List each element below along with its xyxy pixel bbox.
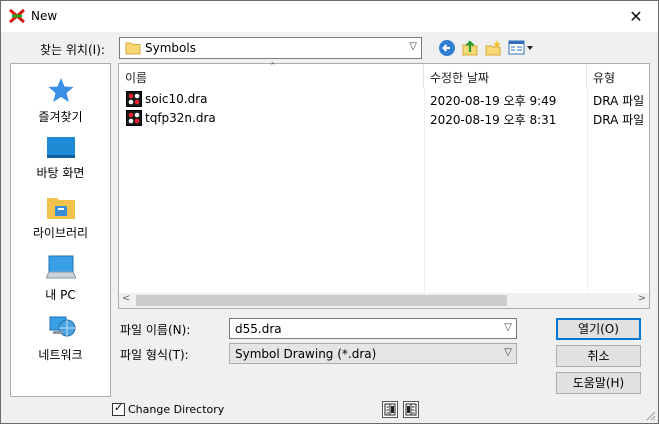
app-icon (9, 8, 25, 24)
network-icon (49, 316, 75, 337)
file-type: DRA 파일 (593, 94, 645, 108)
new-file-dialog: New ✕ 찾는 위치(I): Symbols ▽ 즐겨찾기 바탕 화면 라이브… (0, 0, 659, 424)
back-icon[interactable] (438, 39, 456, 57)
change-directory-label: Change Directory (128, 403, 225, 416)
lookin-value: Symbols (145, 41, 196, 55)
column-header-name[interactable]: 이름 ⌃ (119, 62, 424, 88)
new-folder-icon[interactable] (484, 39, 502, 57)
folder-icon (125, 42, 141, 55)
place-label: 바탕 화면 (36, 166, 85, 180)
place-this-pc[interactable]: 내 PC (11, 254, 110, 303)
scrollbar-thumb[interactable] (136, 295, 507, 306)
view-menu-icon[interactable] (508, 39, 534, 57)
file-list[interactable]: 이름 ⌃ 수정한 날짜 유형 soic10.dra 2020-08-19 오후 … (118, 62, 650, 309)
title-bar[interactable]: New ✕ (1, 1, 658, 32)
place-label: 내 PC (45, 288, 76, 302)
tool-button-1[interactable] (382, 401, 398, 418)
change-directory-checkbox[interactable]: ✓ (112, 401, 125, 416)
file-date: 2020-08-19 오후 8:31 (430, 113, 557, 127)
chevron-down-icon: ▽ (504, 347, 512, 358)
place-libraries[interactable]: 라이브러리 (11, 194, 110, 241)
file-row[interactable]: tqfp32n.dra 2020-08-19 오후 8:31 DRA 파일 (119, 109, 649, 127)
window-title: New (31, 9, 58, 23)
open-button[interactable]: 열기(O) (556, 318, 641, 340)
column-header-type[interactable]: 유형 (587, 64, 649, 88)
filename-input[interactable]: d55.dra ▽ (229, 318, 517, 339)
scroll-right-icon[interactable]: > (638, 293, 646, 304)
file-name: tqfp32n.dra (145, 111, 216, 125)
place-label: 즐겨찾기 (38, 110, 83, 124)
close-button[interactable]: ✕ (614, 1, 658, 32)
libraries-icon (46, 198, 75, 219)
place-desktop[interactable]: 바탕 화면 (11, 136, 110, 181)
panel-icon (384, 403, 396, 416)
desktop-icon (46, 137, 75, 158)
sort-up-icon: ⌃ (269, 62, 277, 72)
scroll-left-icon[interactable]: < (122, 293, 130, 304)
filetype-value: Symbol Drawing (*.dra) (235, 347, 377, 361)
resize-grip-icon[interactable] (644, 409, 656, 421)
cancel-button[interactable]: 취소 (556, 345, 641, 367)
column-header-date[interactable]: 수정한 날짜 (424, 64, 587, 88)
chevron-down-icon: ▽ (409, 41, 417, 52)
lookin-label: 찾는 위치(I): (40, 43, 105, 57)
file-row[interactable]: soic10.dra 2020-08-19 오후 9:49 DRA 파일 (119, 90, 649, 108)
star-icon (48, 78, 73, 102)
file-date: 2020-08-19 오후 9:49 (430, 94, 557, 108)
chevron-down-icon[interactable]: ▽ (504, 322, 512, 333)
tool-button-2[interactable] (403, 401, 419, 418)
up-folder-icon[interactable] (461, 39, 479, 57)
place-label: 네트워크 (38, 348, 83, 362)
file-type: DRA 파일 (593, 113, 645, 127)
horizontal-scrollbar[interactable]: < > (119, 293, 649, 308)
place-network[interactable]: 네트워크 (11, 314, 110, 363)
dra-file-icon (126, 91, 142, 107)
place-label: 라이브러리 (32, 226, 89, 240)
computer-icon (45, 255, 76, 279)
filetype-label: 파일 형식(T): (120, 348, 189, 362)
file-name: soic10.dra (145, 92, 208, 106)
help-button[interactable]: 도움말(H) (556, 372, 641, 394)
close-icon: ✕ (629, 7, 643, 26)
dra-file-icon (126, 110, 142, 126)
checkmark-icon: ✓ (114, 401, 124, 414)
lookin-combobox[interactable]: Symbols ▽ (119, 37, 422, 59)
panel-icon (405, 403, 417, 416)
filename-label: 파일 이름(N): (120, 323, 191, 337)
places-bar: 즐겨찾기 바탕 화면 라이브러리 내 PC 네트워크 (10, 63, 111, 397)
place-favorites[interactable]: 즐겨찾기 (11, 76, 110, 125)
filetype-select[interactable]: Symbol Drawing (*.dra) ▽ (229, 343, 517, 364)
filename-value: d55.dra (235, 322, 282, 336)
